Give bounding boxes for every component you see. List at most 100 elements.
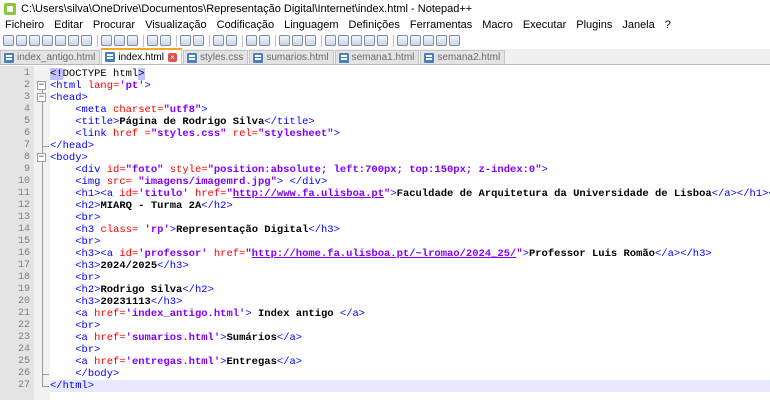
code-token: 'professor' bbox=[138, 248, 208, 260]
menu-item-defini-es[interactable]: Definições bbox=[344, 19, 405, 31]
line-number: 3 bbox=[23, 92, 30, 103]
monitor-icon[interactable] bbox=[377, 35, 388, 46]
code-line[interactable]: 8 <body> bbox=[24, 152, 770, 164]
sync-h-icon[interactable] bbox=[259, 35, 270, 46]
code-token: href= bbox=[94, 308, 126, 320]
code-line[interactable]: 12 <h2>MIARQ - Turma 2A</h2> bbox=[18, 200, 770, 212]
code-line[interactable]: 27 </html> bbox=[18, 380, 770, 392]
code-line[interactable]: 22 <br> bbox=[18, 320, 770, 332]
tab-index-antigo-html[interactable]: index_antigo.html bbox=[0, 50, 101, 64]
menu-item-ferramentas[interactable]: Ferramentas bbox=[405, 19, 477, 31]
record-icon[interactable] bbox=[397, 35, 408, 46]
code-line[interactable]: 24 <br> bbox=[18, 344, 770, 356]
menu-item-linguagem[interactable]: Linguagem bbox=[279, 19, 343, 31]
menu-item-plugins[interactable]: Plugins bbox=[571, 19, 617, 31]
indent-guide-icon[interactable] bbox=[305, 35, 316, 46]
toolbar-separator bbox=[242, 34, 243, 47]
code-line[interactable]: 7 </head> bbox=[24, 140, 770, 152]
lang-icon[interactable] bbox=[325, 35, 336, 46]
code-line[interactable]: 19 <h2>Rodrigo Silva</h2> bbox=[18, 284, 770, 296]
menu-item-editar[interactable]: Editar bbox=[49, 19, 88, 31]
tab-semana1-html[interactable]: semana1.html bbox=[334, 50, 420, 64]
code-line[interactable]: 9 <div id="foto" style="position:absolut… bbox=[24, 164, 770, 176]
code-line[interactable]: 25 <a href='entregas.html'>Entregas</a> bbox=[18, 356, 770, 368]
replace-icon[interactable] bbox=[193, 35, 204, 46]
tab-label: sumarios.html bbox=[266, 52, 329, 63]
code-line[interactable]: 2 <html lang='pt'> bbox=[24, 80, 770, 92]
fold-toggle-body[interactable]: − bbox=[37, 153, 46, 162]
menu-item-ficheiro[interactable]: Ficheiro bbox=[0, 19, 49, 31]
tab-styles-css[interactable]: styles.css bbox=[182, 50, 249, 64]
code-line[interactable]: 11 <h1><a id='titulo' href="http://www.f… bbox=[18, 188, 770, 200]
close-tab-icon[interactable]: × bbox=[167, 52, 177, 62]
code-token: 2024/2025 bbox=[100, 260, 158, 272]
func-list-icon[interactable] bbox=[351, 35, 362, 46]
folder-icon[interactable] bbox=[364, 35, 375, 46]
menu-item-macro[interactable]: Macro bbox=[477, 19, 518, 31]
show-all-icon[interactable] bbox=[292, 35, 303, 46]
line-number: 24 bbox=[17, 344, 30, 355]
close-icon[interactable] bbox=[55, 35, 66, 46]
play-multi-icon[interactable] bbox=[436, 35, 447, 46]
code-line[interactable]: 23 <a href='sumarios.html'>Sumários</a> bbox=[18, 332, 770, 344]
doc-map-icon[interactable] bbox=[338, 35, 349, 46]
zoom-in-icon[interactable] bbox=[213, 35, 224, 46]
code-line[interactable]: 14 <h3 class= 'rp'>Representação Digital… bbox=[18, 224, 770, 236]
code-line[interactable]: 13 <br> bbox=[18, 212, 770, 224]
save-macro-icon[interactable] bbox=[449, 35, 460, 46]
menu-item-procurar[interactable]: Procurar bbox=[88, 19, 140, 31]
word-wrap-icon[interactable] bbox=[279, 35, 290, 46]
code-token: > bbox=[138, 68, 145, 80]
tab-sumarios-html[interactable]: sumarios.html bbox=[249, 50, 334, 64]
code-token: > bbox=[541, 164, 548, 176]
find-icon[interactable] bbox=[180, 35, 191, 46]
fold-toggle-head[interactable]: − bbox=[37, 93, 46, 102]
code-editor[interactable]: − − − 1 <!DOCTYPE html> 2 <html lang='pt'> 3 <h… bbox=[0, 66, 770, 400]
code-token: </title> bbox=[264, 116, 315, 128]
code-token: 'entregas.html' bbox=[125, 356, 221, 368]
print-icon[interactable] bbox=[81, 35, 92, 46]
menu-item-executar[interactable]: Executar bbox=[518, 19, 571, 31]
tab-index-html[interactable]: index.html × bbox=[101, 48, 182, 64]
code-line[interactable]: 1 <!DOCTYPE html> bbox=[24, 68, 770, 80]
code-line[interactable]: 16 <h3><a id='professor' href="http://ho… bbox=[18, 248, 770, 260]
code-line[interactable]: 26 </body> bbox=[18, 368, 770, 380]
zoom-out-icon[interactable] bbox=[226, 35, 237, 46]
fold-toggle-html[interactable]: − bbox=[37, 81, 46, 90]
new-icon[interactable] bbox=[3, 35, 14, 46]
fold-guide bbox=[42, 86, 43, 386]
copy-icon[interactable] bbox=[114, 35, 125, 46]
title-bar: C:\Users\silva\OneDrive\Documentos\Repre… bbox=[0, 0, 770, 17]
menu-item-visualiza-o[interactable]: Visualização bbox=[140, 19, 212, 31]
play-icon[interactable] bbox=[423, 35, 434, 46]
close-all-icon[interactable] bbox=[68, 35, 79, 46]
menu-item-help[interactable]: ? bbox=[660, 19, 676, 31]
code-line[interactable]: 10 <img src= "imagens/imagemrd.jpg"> </d… bbox=[18, 176, 770, 188]
stop-icon[interactable] bbox=[410, 35, 421, 46]
sync-v-icon[interactable] bbox=[246, 35, 257, 46]
code-line[interactable]: 3 <head> bbox=[24, 92, 770, 104]
save-all-icon[interactable] bbox=[42, 35, 53, 46]
redo-icon[interactable] bbox=[160, 35, 171, 46]
code-line[interactable]: 15 <br> bbox=[18, 236, 770, 248]
code-line[interactable]: 5 <title>Página de Rodrigo Silva</title> bbox=[24, 116, 770, 128]
menu-item-janela[interactable]: Janela bbox=[617, 19, 659, 31]
code-line[interactable]: 21 <a href='index_antigo.html'> Index an… bbox=[18, 308, 770, 320]
code-token: "imagens/imagemrd.jpg" bbox=[138, 176, 277, 188]
tab-semana2-html[interactable]: semana2.html bbox=[420, 50, 506, 64]
code-line[interactable]: 4 <meta charset="utf8"> bbox=[24, 104, 770, 116]
code-line[interactable]: 6 <link href ="styles.css" rel="styleshe… bbox=[24, 128, 770, 140]
code-line[interactable]: 18 <br> bbox=[18, 272, 770, 284]
cut-icon[interactable] bbox=[101, 35, 112, 46]
code-line[interactable]: 17 <h3>2024/2025</h3> bbox=[18, 260, 770, 272]
paste-icon[interactable] bbox=[127, 35, 138, 46]
code-line[interactable]: 20 <h3>20231113</h3> bbox=[18, 296, 770, 308]
menu-item-codifica-o[interactable]: Codificação bbox=[212, 19, 279, 31]
undo-icon[interactable] bbox=[147, 35, 158, 46]
save-icon[interactable] bbox=[29, 35, 40, 46]
fold-margin[interactable]: − − − bbox=[34, 66, 50, 400]
open-icon[interactable] bbox=[16, 35, 27, 46]
